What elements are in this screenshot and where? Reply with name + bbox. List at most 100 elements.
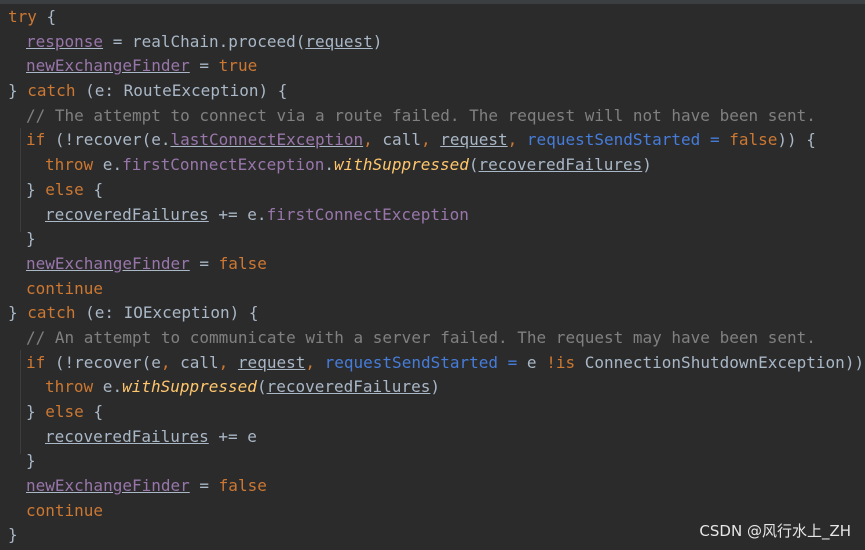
var-request: request: [237, 352, 306, 372]
keyword-not-is: !is: [546, 352, 576, 372]
token: }: [26, 402, 36, 421]
token: += e: [208, 426, 257, 446]
var-recovered-failures: recoveredFailures: [266, 377, 431, 397]
fn-with-suppressed: withSuppressed: [334, 155, 469, 175]
token: (!recover(e.: [45, 130, 171, 150]
keyword-if: if: [26, 352, 46, 372]
var-response: response: [26, 31, 104, 51]
code-line-4: } catch (e: RouteException) {: [8, 79, 865, 104]
code-line-10: }: [8, 227, 865, 252]
token: }: [26, 179, 36, 199]
code-line-11: newExchangeFinder = false: [8, 252, 865, 277]
var-recovered-failures: recoveredFailures: [478, 155, 643, 175]
top-border: [0, 0, 865, 4]
keyword-catch: catch: [27, 303, 76, 323]
token: ,: [363, 130, 383, 150]
keyword-throw: throw: [45, 377, 94, 397]
token: ): [430, 377, 440, 397]
var-request: request: [305, 31, 373, 51]
keyword-throw: throw: [45, 155, 94, 175]
token-call: call: [180, 352, 219, 372]
keyword-false: false: [729, 130, 778, 150]
token: ,: [507, 130, 527, 150]
keyword-false: false: [218, 476, 267, 496]
token-call: call: [382, 130, 421, 150]
code-line-20: newExchangeFinder = false: [8, 474, 865, 499]
token: (!recover(e: [45, 352, 161, 372]
token: )) {: [777, 130, 816, 150]
token: += e.: [208, 204, 267, 224]
token: (: [256, 377, 267, 397]
token: ,: [305, 352, 325, 372]
token: {: [83, 179, 104, 199]
token: ): [372, 31, 383, 51]
token: e: [526, 352, 547, 372]
prop-last-connect-exception: lastConnectException: [170, 130, 364, 150]
named-arg-request-send-started: requestSendStarted: [526, 130, 701, 150]
code-line-19: }: [8, 449, 865, 474]
code-line-13: } catch (e: IOException) {: [8, 301, 865, 326]
var-new-exchange-finder: newExchangeFinder: [26, 56, 190, 76]
named-arg-request-send-started: requestSendStarted: [324, 352, 499, 372]
token: =: [189, 476, 219, 496]
token: }: [8, 81, 18, 101]
keyword-continue: continue: [26, 278, 104, 298]
token: {: [36, 7, 57, 26]
var-new-exchange-finder: newExchangeFinder: [26, 476, 190, 496]
code-line-8: } else {: [8, 178, 865, 203]
keyword-if: if: [26, 130, 46, 150]
code-line-7: throw e.firstConnectException.withSuppre…: [8, 153, 865, 178]
comment: // An attempt to communicate with a serv…: [26, 327, 816, 347]
token: =: [189, 253, 219, 273]
token: {: [83, 402, 104, 421]
code-editor[interactable]: try { response = realChain.proceed(reque…: [8, 5, 865, 548]
code-line-3: newExchangeFinder = true: [8, 54, 865, 79]
keyword-true: true: [218, 56, 258, 76]
watermark: CSDN @风行水上_ZH: [699, 522, 851, 540]
prop-first-connect-exception: firstConnectException: [122, 155, 325, 175]
token: .: [324, 155, 335, 175]
keyword-continue: continue: [26, 500, 104, 520]
token: ,: [218, 352, 238, 372]
code-line-5: // The attempt to connect via a route fa…: [8, 104, 865, 129]
code-line-2: response = realChain.proceed(request): [8, 30, 865, 55]
token: }: [8, 303, 18, 323]
token: = realChain.proceed(: [103, 31, 306, 51]
token: =: [498, 352, 527, 372]
code-line-12: continue: [8, 277, 865, 302]
code-line-17: } else {: [8, 400, 865, 425]
token: ConnectionShutdownException)) {: [575, 352, 865, 372]
token: (: [468, 155, 479, 175]
keyword-catch: catch: [27, 81, 76, 101]
code-line-18: recoveredFailures += e: [8, 425, 865, 450]
token: }: [8, 525, 18, 545]
code-line-1: try {: [8, 5, 865, 30]
comment: // The attempt to connect via a route fa…: [26, 105, 816, 125]
var-request: request: [440, 130, 508, 150]
fn-with-suppressed: withSuppressed: [122, 377, 257, 397]
keyword-try: try: [8, 7, 37, 26]
keyword-false: false: [218, 253, 267, 273]
token: }: [26, 229, 36, 249]
prop-first-connect-exception: firstConnectException: [266, 204, 469, 224]
keyword-else: else: [45, 402, 84, 421]
code-line-14: // An attempt to communicate with a serv…: [8, 326, 865, 351]
token: (e: IOException) {: [75, 303, 259, 323]
code-line-15: if (!recover(e, call, request, requestSe…: [8, 351, 865, 376]
token: =: [189, 56, 219, 76]
code-line-16: throw e.withSuppressed(recoveredFailures…: [8, 375, 865, 400]
code-line-9: recoveredFailures += e.firstConnectExcep…: [8, 203, 865, 228]
token: e.: [93, 377, 123, 397]
var-recovered-failures: recoveredFailures: [45, 426, 209, 446]
token: ,: [420, 130, 441, 150]
keyword-else: else: [45, 179, 84, 199]
token: }: [26, 451, 36, 471]
token: e.: [93, 155, 123, 175]
token: (e: RouteException) {: [75, 81, 288, 101]
token: ,: [160, 352, 181, 372]
token: =: [700, 130, 730, 150]
var-new-exchange-finder: newExchangeFinder: [26, 253, 190, 273]
code-line-6: if (!recover(e.lastConnectException, cal…: [8, 128, 865, 153]
token: ): [642, 155, 652, 175]
var-recovered-failures: recoveredFailures: [45, 204, 209, 224]
